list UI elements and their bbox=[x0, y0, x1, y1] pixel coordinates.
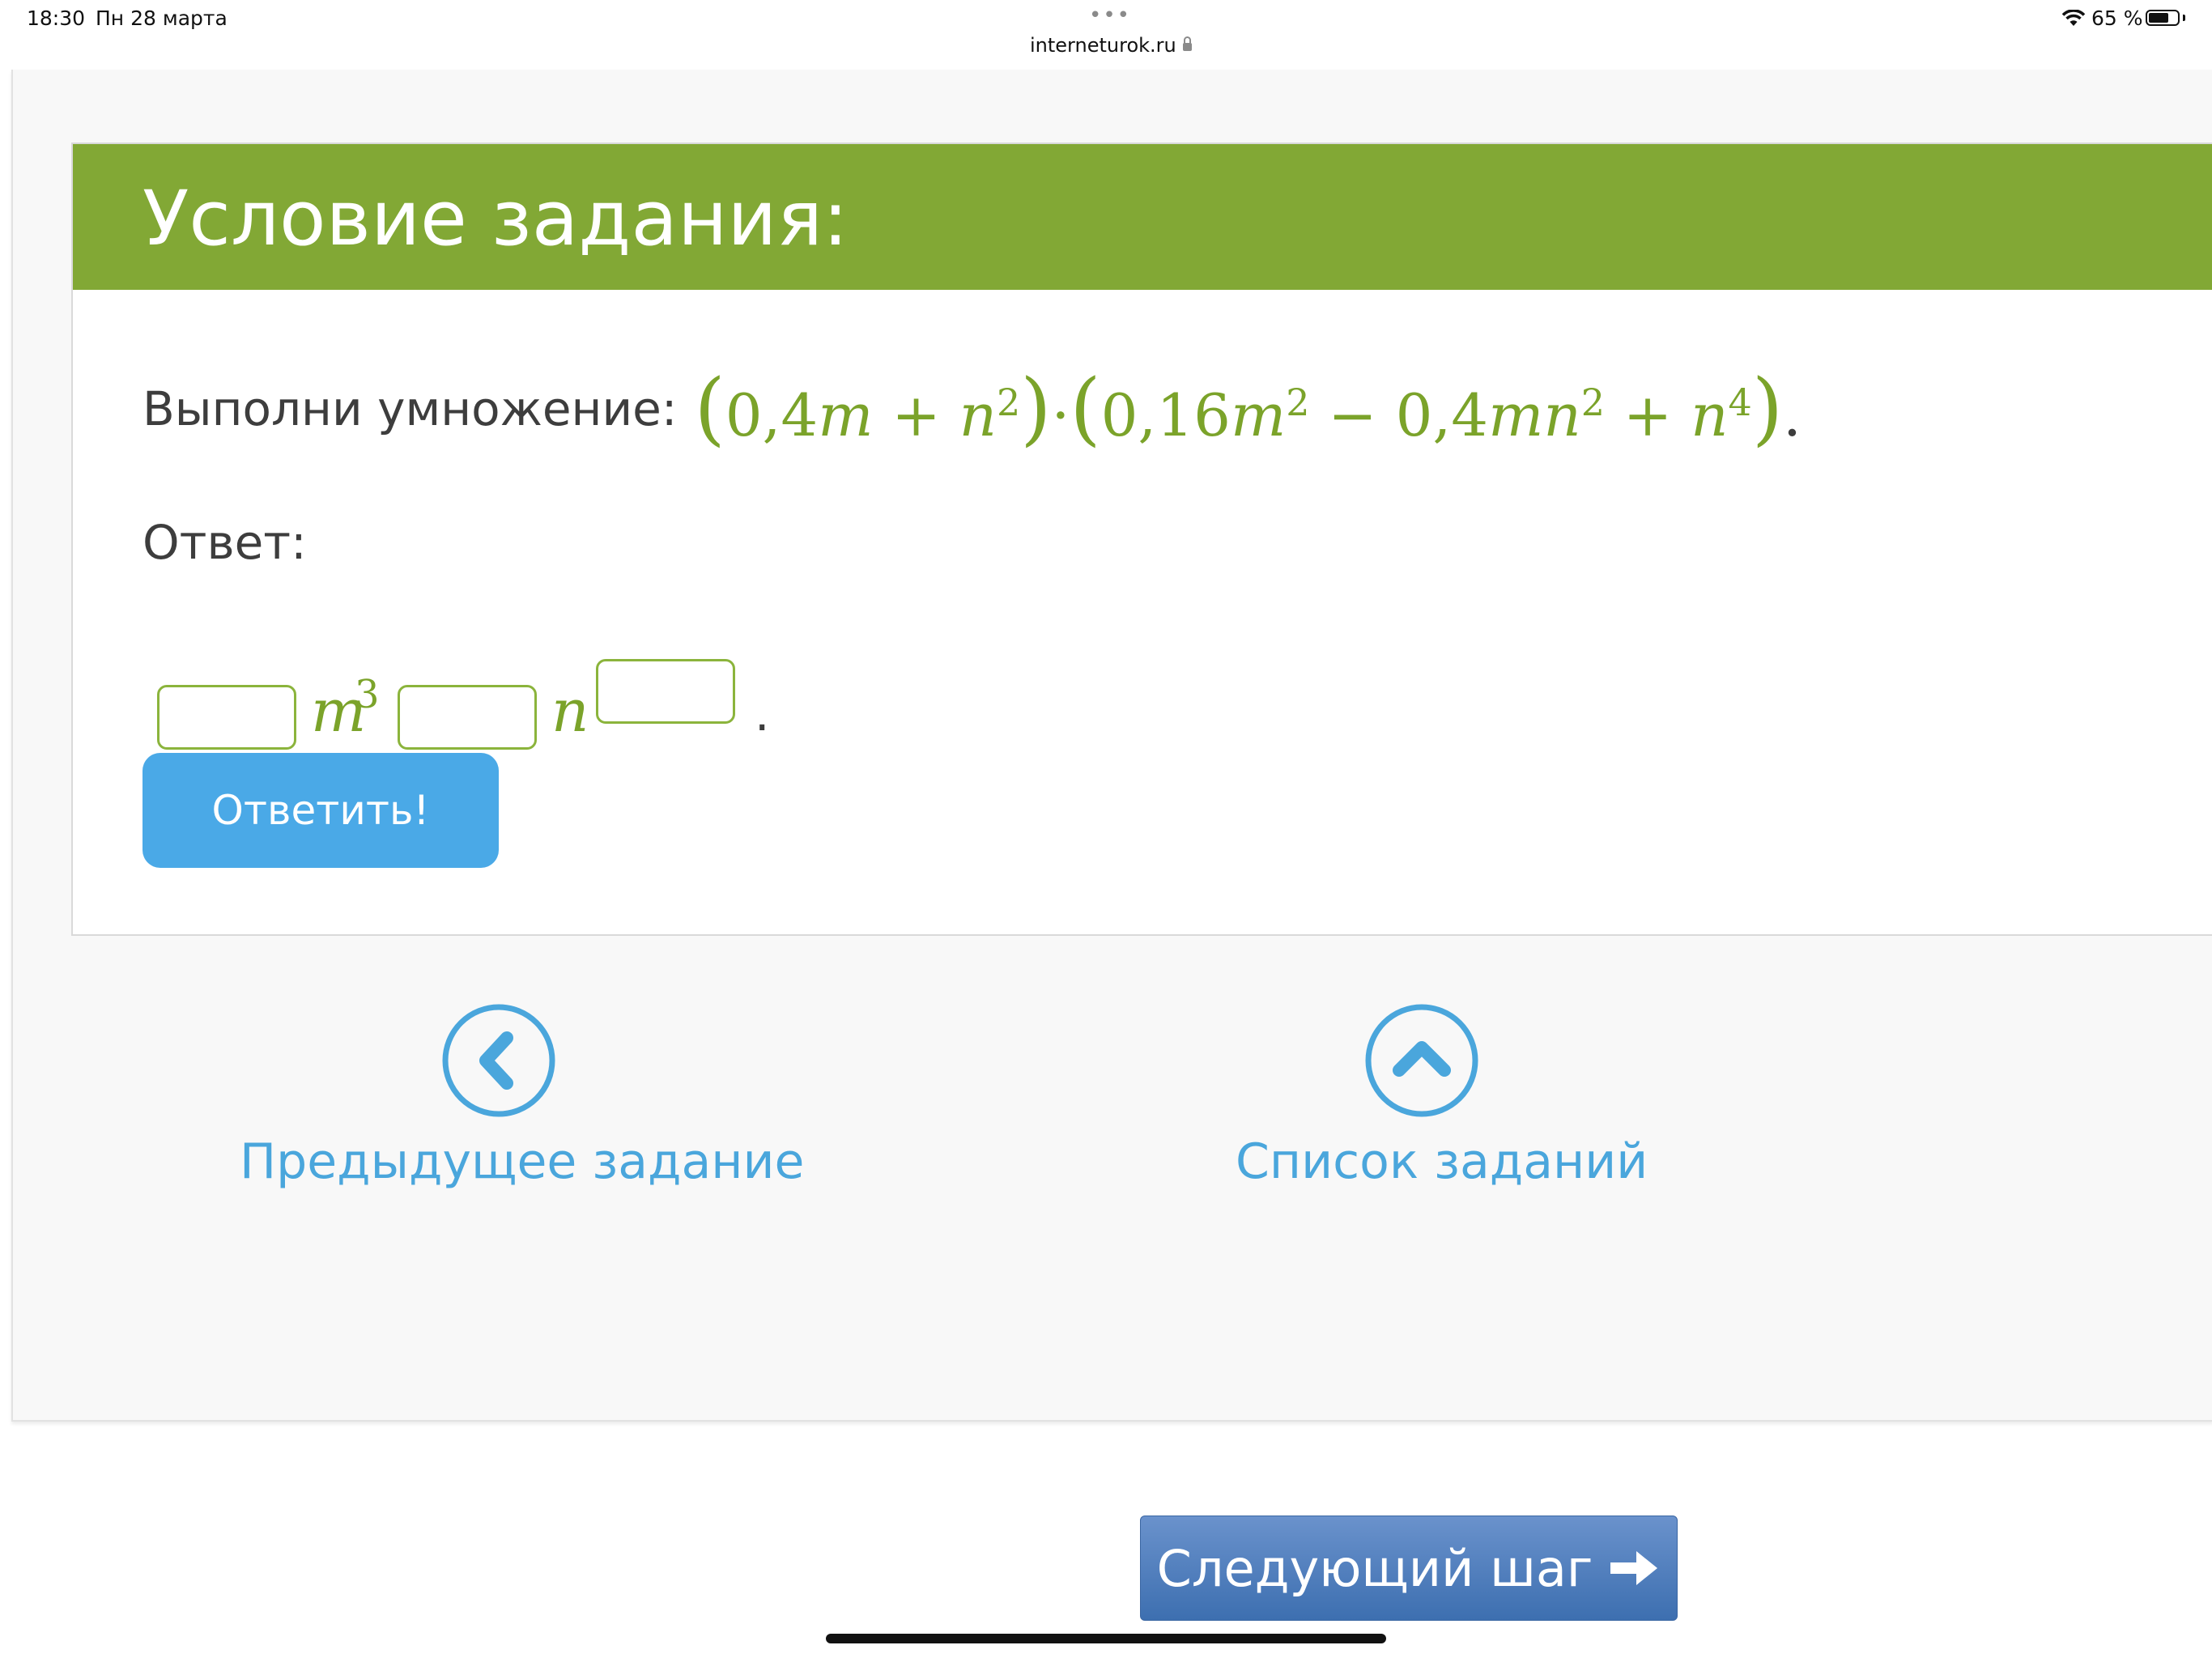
status-time: 18:30 bbox=[27, 6, 86, 30]
url-text: interneturok.ru bbox=[1030, 34, 1176, 57]
chevron-left-circle-icon bbox=[442, 1004, 555, 1117]
status-bar: 18:30 Пн 28 марта ••• interneturok.ru 65… bbox=[0, 0, 2212, 70]
answer-input-coef-n[interactable] bbox=[398, 685, 537, 750]
prev-task-label: Предыдущее задание bbox=[240, 1133, 805, 1190]
answer-row: m 3 n . bbox=[143, 581, 952, 750]
status-date: Пн 28 марта bbox=[96, 6, 228, 30]
prev-task-link[interactable]: Предыдущее задание bbox=[240, 1002, 805, 1205]
answer-period: . bbox=[755, 687, 770, 742]
multitasking-dots-icon[interactable]: ••• bbox=[1089, 3, 1131, 28]
problem-formula: (0,4m + n2)·(0,16m2 − 0,4mn2 + n4). bbox=[694, 363, 1802, 455]
answer-label: Ответ: bbox=[143, 515, 307, 570]
task-title: Условие задания: bbox=[143, 175, 849, 263]
chevron-up-circle-icon bbox=[1365, 1004, 1478, 1117]
task-header: Условие задания: bbox=[73, 144, 2212, 290]
submit-answer-button[interactable]: Ответить! bbox=[143, 753, 499, 868]
battery-cap bbox=[2183, 15, 2185, 21]
address-bar[interactable]: interneturok.ru bbox=[1030, 34, 1192, 57]
problem-label: Выполни умножение: bbox=[143, 381, 678, 436]
task-list-link[interactable]: Список заданий bbox=[1236, 1002, 1648, 1205]
next-step-button[interactable]: Следующий шаг bbox=[1140, 1516, 1678, 1621]
task-problem: Выполни умножение: (0,4m + n2)·(0,16m2 −… bbox=[143, 363, 1802, 455]
battery-icon bbox=[2146, 10, 2180, 26]
task-list-label: Список заданий bbox=[1236, 1133, 1648, 1190]
arrow-right-icon bbox=[1610, 1551, 1658, 1585]
answer-var-n: n bbox=[551, 677, 589, 745]
battery-percent: 65 % bbox=[2091, 6, 2143, 30]
next-step-label: Следующий шаг bbox=[1156, 1538, 1593, 1598]
lock-icon bbox=[1182, 36, 1192, 51]
task-card: Условие задания: Выполни умножение: (0,4… bbox=[71, 142, 2212, 936]
home-indicator[interactable] bbox=[826, 1634, 1386, 1643]
answer-exp-m: 3 bbox=[355, 672, 380, 717]
page-content: Условие задания: Выполни умножение: (0,4… bbox=[11, 70, 2212, 1422]
wifi-icon bbox=[2061, 10, 2086, 26]
answer-input-coef-m[interactable] bbox=[157, 685, 296, 750]
answer-input-exp-n[interactable] bbox=[596, 659, 735, 724]
